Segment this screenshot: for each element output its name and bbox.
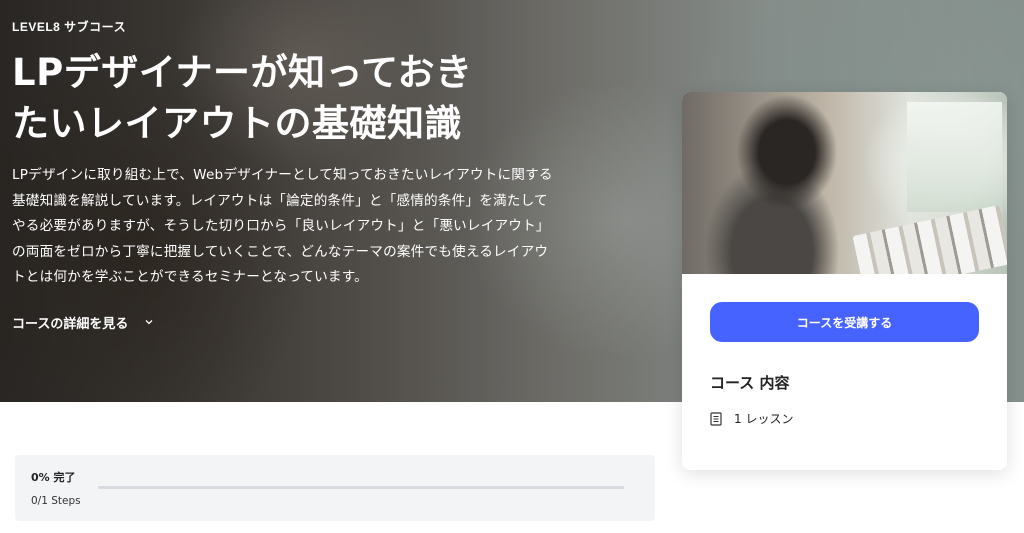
lesson-count-label: 1 レッスン	[734, 412, 794, 426]
document-icon	[710, 411, 722, 426]
course-details-toggle[interactable]: コースの詳細を見る	[12, 313, 572, 332]
progress-percent-label: 0% 完了	[31, 471, 76, 484]
course-content-heading: コース 内容	[710, 374, 790, 392]
course-title-line-1: LPデザイナーが知っておき	[12, 51, 473, 94]
course-title: LPデザイナーが知っておき たいレイアウトの基礎知識	[12, 47, 572, 149]
course-level-label: LEVEL8 サブコース	[12, 20, 127, 34]
chevron-down-icon	[145, 320, 153, 325]
thumbnail-book	[852, 205, 1007, 274]
course-description: LPデザインに取り組む上で、Webデザイナーとして知っておきたいレイアウトに関す…	[12, 167, 553, 285]
course-enroll-card: コースを受講する コース 内容 1 レッスン	[682, 92, 1007, 470]
lesson-count-row: 1 レッスン	[710, 410, 979, 427]
hero-content: LEVEL8 サブコース LPデザイナーが知っておき たいレイアウトの基礎知識 …	[12, 18, 572, 332]
thumbnail-window	[907, 102, 1002, 212]
card-body: コースを受講する コース 内容 1 レッスン	[682, 274, 1007, 427]
course-details-label: コースの詳細を見る	[12, 316, 129, 332]
course-progress: 0% 完了 0/1 Steps	[15, 455, 655, 521]
progress-bar	[98, 486, 624, 489]
progress-steps-label: 0/1 Steps	[31, 495, 81, 507]
course-thumbnail	[682, 92, 1007, 274]
course-title-line-2: たいレイアウトの基礎知識	[12, 102, 462, 145]
enroll-button[interactable]: コースを受講する	[710, 302, 979, 342]
